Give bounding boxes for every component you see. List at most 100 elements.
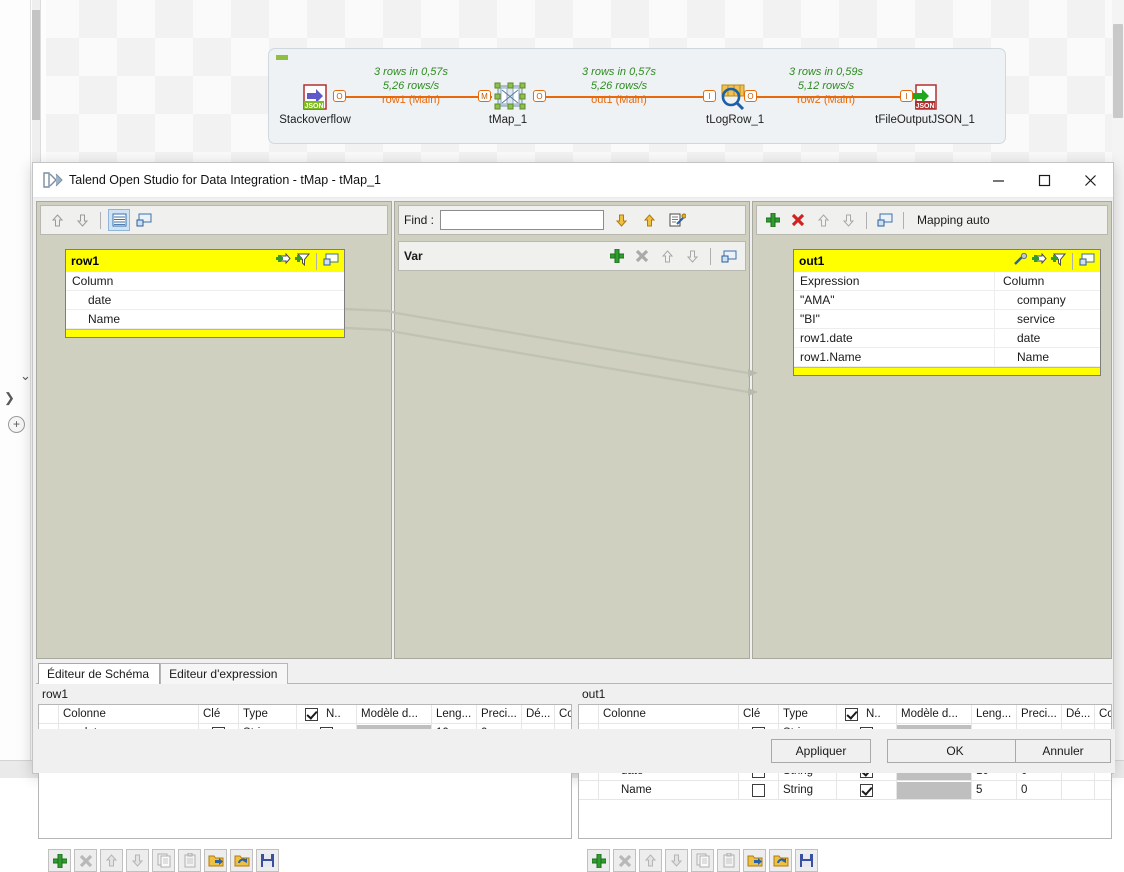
search-input[interactable]	[440, 210, 605, 230]
key-checkbox[interactable]	[752, 783, 765, 797]
input-table-row1[interactable]: row1 Column date Name	[65, 249, 345, 338]
add-expression-icon[interactable]	[1032, 252, 1047, 269]
input-row-date[interactable]: date	[66, 291, 344, 310]
add-view-icon[interactable]: +	[8, 416, 25, 433]
add-column-icon[interactable]	[48, 849, 71, 872]
header-default[interactable]: Dé...	[522, 705, 555, 723]
input-toolbar[interactable]	[40, 205, 388, 235]
port-tfileoutputjson-in[interactable]: I	[900, 90, 913, 102]
save-schema-icon[interactable]	[256, 849, 279, 872]
output-toolbar[interactable]: Mapping auto	[756, 205, 1108, 235]
close-button[interactable]	[1067, 163, 1113, 197]
cell-default[interactable]	[1062, 781, 1095, 799]
apply-button[interactable]: Appliquer	[771, 739, 871, 763]
copy-icon[interactable]	[152, 849, 175, 872]
job-node-tfileoutputjson[interactable]: JSON tFileOutputJSON_1	[868, 82, 982, 126]
cancel-button[interactable]: Annuler	[1015, 739, 1111, 763]
move-down-icon[interactable]	[126, 849, 149, 872]
nullable-all-checkbox[interactable]	[845, 707, 858, 721]
port-tmap-out[interactable]: O	[533, 90, 546, 102]
port-tmap-in[interactable]: M	[478, 90, 491, 102]
move-down-icon[interactable]	[665, 849, 688, 872]
header-type[interactable]: Type	[779, 705, 837, 723]
import-schema-icon[interactable]	[204, 849, 227, 872]
find-options-icon[interactable]	[666, 209, 688, 231]
cell-modele[interactable]	[897, 781, 972, 799]
port-tlogrow-in[interactable]: I	[703, 90, 716, 102]
minimize-tables-icon[interactable]	[133, 209, 155, 231]
ok-button[interactable]: OK	[887, 739, 1023, 763]
schema-right-empty-area[interactable]	[579, 800, 1111, 838]
cell-nullable[interactable]	[837, 781, 897, 799]
cell-precision[interactable]: 0	[1017, 781, 1062, 799]
header-colonne[interactable]: Colonne	[59, 705, 199, 723]
export-schema-icon[interactable]	[230, 849, 253, 872]
job-node-tlogrow[interactable]: tLogRow_1	[706, 82, 764, 126]
remove-icon[interactable]	[631, 245, 653, 267]
header-length[interactable]: Leng...	[972, 705, 1017, 723]
schema-editor-tabs[interactable]: Éditeur de Schéma Editeur d'expression	[38, 663, 289, 684]
output-table-out1[interactable]: out1 Expression Column "AMA" company "BI…	[793, 249, 1101, 376]
output-row-date-expression[interactable]: row1.date	[794, 331, 994, 345]
tab-editeur-de-schema[interactable]: Éditeur de Schéma	[38, 663, 161, 684]
import-schema-icon[interactable]	[743, 849, 766, 872]
input-row-name[interactable]: Name	[66, 310, 344, 329]
header-comment[interactable]: Co...	[555, 705, 571, 723]
save-schema-icon[interactable]	[795, 849, 818, 872]
header-precision[interactable]: Preci...	[1017, 705, 1062, 723]
move-up-icon[interactable]	[812, 209, 834, 231]
nullable-all-checkbox[interactable]	[305, 707, 318, 721]
header-nullable[interactable]: N..	[297, 705, 357, 723]
header-length[interactable]: Leng...	[432, 705, 477, 723]
find-toolbar[interactable]: Find :	[398, 205, 746, 235]
find-previous-icon[interactable]	[638, 209, 660, 231]
output-row-name-expression[interactable]: row1.Name	[794, 350, 994, 364]
move-down-icon[interactable]	[71, 209, 93, 231]
output-row-service-expression[interactable]: "BI"	[794, 312, 994, 326]
minimize-icon[interactable]	[323, 253, 339, 269]
header-modele[interactable]: Modèle d...	[357, 705, 432, 723]
move-down-icon[interactable]	[681, 245, 703, 267]
move-up-icon[interactable]	[100, 849, 123, 872]
output-row-name[interactable]: row1.Name Name	[794, 347, 1100, 367]
job-node-stackoverflow[interactable]: JSON Stackoverflow	[278, 82, 352, 126]
input-table-header[interactable]: row1	[66, 250, 344, 272]
add-filter-icon[interactable]	[295, 253, 311, 269]
var-table-header[interactable]: Var	[398, 241, 746, 271]
left-scrollbar-thumb[interactable]	[32, 10, 40, 120]
copy-icon[interactable]	[691, 849, 714, 872]
port-stackoverflow-out[interactable]: O	[333, 90, 346, 102]
port-tlogrow-out[interactable]: O	[744, 90, 757, 102]
move-up-icon[interactable]	[656, 245, 678, 267]
header-comment[interactable]: Co...	[1095, 705, 1111, 723]
table-row[interactable]: Name String 5 0	[579, 781, 1111, 800]
cell-cle[interactable]	[739, 781, 779, 799]
header-precision[interactable]: Preci...	[477, 705, 522, 723]
cell-length[interactable]: 5	[972, 781, 1017, 799]
chevron-right-icon[interactable]: ❯	[4, 390, 15, 406]
header-cle[interactable]: Clé	[739, 705, 779, 723]
schema-right-tools[interactable]	[587, 849, 818, 872]
find-next-icon[interactable]	[610, 209, 632, 231]
mapping-auto-label[interactable]: Mapping auto	[917, 213, 990, 227]
output-row-company-expression[interactable]: "AMA"	[794, 293, 994, 307]
minimize-button[interactable]	[975, 163, 1021, 197]
canvas-scrollbar-thumb[interactable]	[1113, 24, 1123, 118]
cell-comment[interactable]	[1095, 781, 1111, 799]
cell-colonne[interactable]: Name	[599, 781, 739, 799]
minimize-icon[interactable]	[1079, 253, 1095, 269]
add-output-icon[interactable]	[762, 209, 784, 231]
maximize-button[interactable]	[1021, 163, 1067, 197]
output-row-date[interactable]: row1.date date	[794, 328, 1100, 348]
remove-column-icon[interactable]	[74, 849, 97, 872]
schema-left-tools[interactable]	[48, 849, 279, 872]
add-column-icon[interactable]	[587, 849, 610, 872]
header-cle[interactable]: Clé	[199, 705, 239, 723]
remove-output-icon[interactable]	[787, 209, 809, 231]
output-row-company[interactable]: "AMA" company	[794, 290, 1100, 310]
header-type[interactable]: Type	[239, 705, 297, 723]
subjob-collapse-handle[interactable]	[276, 55, 288, 60]
output-table-header[interactable]: out1	[794, 250, 1100, 272]
output-pane[interactable]: Mapping auto out1 Expression Column "AMA…	[752, 201, 1112, 659]
minimize-icon[interactable]	[718, 245, 740, 267]
